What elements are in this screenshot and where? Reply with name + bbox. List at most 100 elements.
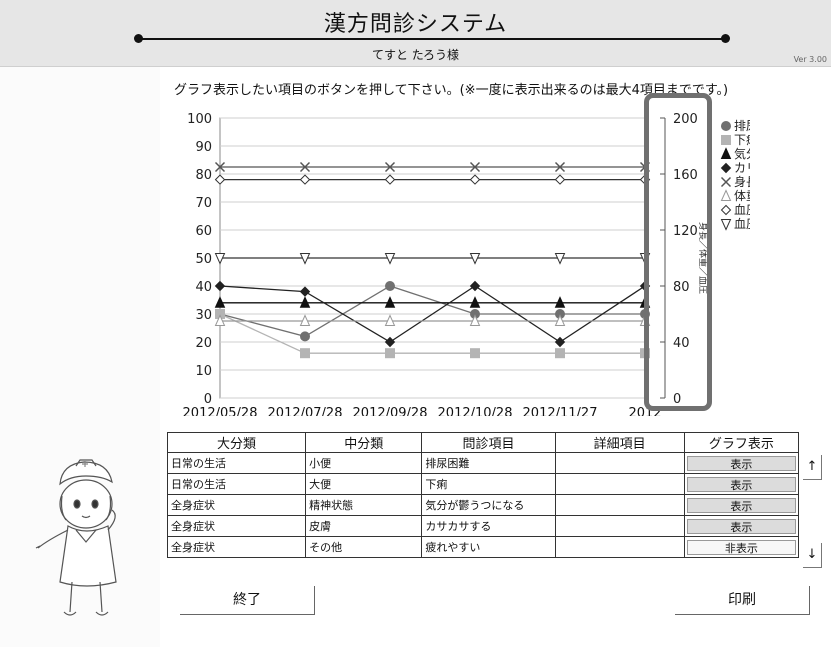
legend-item: 血圧(高) xyxy=(720,202,750,217)
data-point xyxy=(720,189,732,201)
data-point xyxy=(720,204,732,216)
data-point xyxy=(300,348,310,359)
cell-question: 排尿困難 xyxy=(421,452,556,474)
cell-graph-toggle: 表示 xyxy=(683,515,800,537)
data-point xyxy=(720,219,732,231)
data-point xyxy=(721,135,731,145)
y-tick-label: 90 xyxy=(195,140,212,155)
header-detail-item: 詳細項目 xyxy=(554,432,685,453)
legend-label: 排尿困難 xyxy=(734,118,750,133)
data-point xyxy=(720,147,732,159)
cell-graph-toggle: 表示 xyxy=(683,494,800,516)
legend-item: 血圧(低) xyxy=(720,217,750,231)
cell-detail xyxy=(554,452,685,474)
legend-label: 下痢 xyxy=(734,132,750,147)
cell-major: 日常の生活 xyxy=(166,473,307,495)
legend-item: 気分憂鬱 xyxy=(720,146,750,161)
table-row: 日常の生活 大便 下痢 表示 xyxy=(166,473,800,495)
legend-label: 血圧(低) xyxy=(734,217,750,231)
legend-item: 下痢 xyxy=(721,132,750,147)
app-title: 漢方問診システム xyxy=(323,12,508,37)
right-axis-highlight xyxy=(644,93,712,411)
cell-question: カサカサする xyxy=(421,515,556,537)
legend-label: 血圧(高) xyxy=(734,202,750,217)
y-tick-label: 50 xyxy=(195,252,212,267)
nurse-illustration xyxy=(35,459,117,616)
data-point xyxy=(721,121,731,131)
cell-major: 全身症状 xyxy=(166,515,307,537)
patient-name: てすと たろう様 xyxy=(371,48,460,62)
print-button[interactable]: 印刷 xyxy=(675,586,810,615)
cell-minor: 皮膚 xyxy=(305,515,423,537)
data-point xyxy=(385,281,395,291)
title-divider xyxy=(138,38,725,40)
cell-graph-toggle: 非表示 xyxy=(683,536,800,558)
data-point xyxy=(555,348,565,359)
legend-label: 気分憂鬱 xyxy=(734,146,750,161)
cell-major: 日常の生活 xyxy=(166,452,307,474)
legend-item: 排尿困難 xyxy=(721,118,750,133)
symptom-table: 大分類 中分類 問診項目 詳細項目 グラフ表示 日常の生活 小便 排尿困難 表示… xyxy=(166,432,800,558)
legend-item: カリカリ xyxy=(720,161,750,175)
graph-toggle-button[interactable]: 表示 xyxy=(686,518,796,534)
x-tick-label: 2012/10/28 xyxy=(438,406,513,416)
data-point xyxy=(470,348,480,359)
x-tick-label: 2012/09/28 xyxy=(353,406,428,416)
legend-label: 身長 xyxy=(734,174,750,189)
data-point xyxy=(300,331,310,342)
cell-question: 下痢 xyxy=(421,473,556,495)
cell-question: 疲れやすい xyxy=(421,536,556,558)
end-button[interactable]: 終了 xyxy=(180,586,315,615)
x-tick-label: 2012/05/28 xyxy=(183,406,258,416)
title-bar: 漢方問診システム てすと たろう様 Ver 3.00 xyxy=(0,0,831,67)
y-tick-label: 100 xyxy=(187,112,212,127)
cell-detail xyxy=(554,494,685,516)
scroll-up-button[interactable]: ↑ xyxy=(803,455,822,480)
divider-dot-right xyxy=(721,34,730,43)
table-row: 全身症状 精神状態 気分が鬱うつになる 表示 xyxy=(166,494,800,516)
header-question-item: 問診項目 xyxy=(421,432,556,453)
instruction-text: グラフ表示したい項目のボタンを押して下さい。(※一度に表示出来るのは最大4項目ま… xyxy=(174,83,729,98)
x-tick-label: 2012/11/27 xyxy=(523,406,598,416)
data-point xyxy=(720,176,732,188)
legend-label: 体重 xyxy=(734,189,750,203)
graph-toggle-button[interactable]: 表示 xyxy=(686,476,796,492)
y-tick-label: 80 xyxy=(195,168,212,183)
x-tick-label: 2012/07/28 xyxy=(268,406,343,416)
cell-detail xyxy=(554,515,685,537)
cell-minor: 小便 xyxy=(305,452,423,474)
cell-major: 全身症状 xyxy=(166,536,307,558)
legend-label: カリカリ xyxy=(734,161,750,175)
cell-minor: 精神状態 xyxy=(305,494,423,516)
nurse-panel xyxy=(0,67,160,647)
cell-minor: 大便 xyxy=(305,473,423,495)
y-tick-label: 60 xyxy=(195,224,212,239)
cell-graph-toggle: 表示 xyxy=(683,452,800,474)
data-point xyxy=(385,348,395,359)
cell-graph-toggle: 表示 xyxy=(683,473,800,495)
y-tick-label: 40 xyxy=(195,280,212,295)
divider-dot-left xyxy=(134,34,143,43)
cell-minor: その他 xyxy=(305,536,423,558)
version-label: Ver 3.00 xyxy=(793,55,827,64)
y-tick-label: 30 xyxy=(195,308,212,323)
y-tick-label: 10 xyxy=(195,364,212,379)
cell-detail xyxy=(554,473,685,495)
table-row: 全身症状 その他 疲れやすい 非表示 xyxy=(166,536,800,558)
graph-toggle-button[interactable]: 表示 xyxy=(686,497,796,513)
header-minor-category: 中分類 xyxy=(305,432,423,453)
graph-toggle-button[interactable]: 非表示 xyxy=(686,539,796,555)
legend-item: 体重 xyxy=(720,189,750,203)
table-row: 日常の生活 小便 排尿困難 表示 xyxy=(166,452,800,474)
data-point xyxy=(720,162,732,174)
header-graph-display: グラフ表示 xyxy=(683,432,800,453)
y-tick-label: 70 xyxy=(195,196,212,211)
graph-toggle-button[interactable]: 表示 xyxy=(686,455,796,471)
table-row: 全身症状 皮膚 カサカサする 表示 xyxy=(166,515,800,537)
table-header-row: 大分類 中分類 問診項目 詳細項目 グラフ表示 xyxy=(166,432,800,453)
scroll-down-button[interactable]: ↓ xyxy=(803,543,822,568)
cell-detail xyxy=(554,536,685,558)
cell-question: 気分が鬱うつになる xyxy=(421,494,556,516)
y-tick-label: 0 xyxy=(204,392,212,407)
cell-major: 全身症状 xyxy=(166,494,307,516)
